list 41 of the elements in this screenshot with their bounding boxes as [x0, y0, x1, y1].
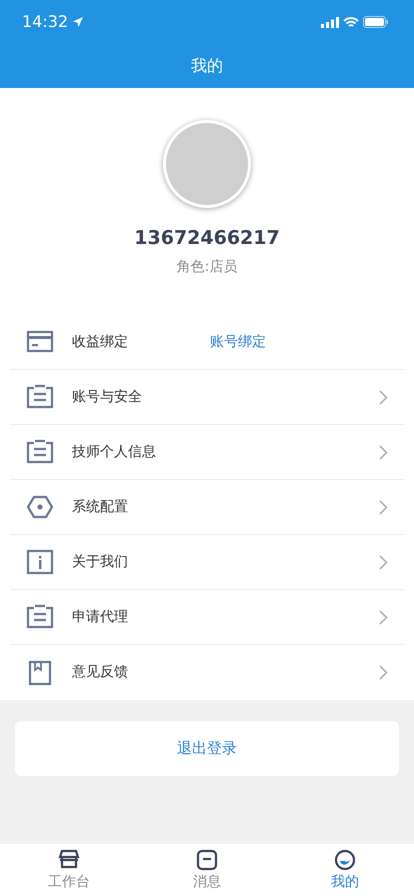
menu-label: 账号与安全: [72, 388, 142, 406]
tab-item[interactable]: 我的: [305, 848, 385, 892]
menu-item[interactable]: 收益绑定 账号绑定: [10, 315, 404, 370]
clipboard-icon: [26, 603, 54, 631]
wifi-icon: [343, 16, 359, 28]
menu-item[interactable]: 账号与安全: [10, 370, 404, 425]
clipboard-icon: [26, 438, 54, 466]
chevron-right-icon: [379, 500, 388, 514]
menu-item[interactable]: 关于我们: [10, 535, 404, 590]
chevron-right-icon: [379, 610, 388, 624]
tab-item[interactable]: 工作台: [29, 848, 109, 892]
menu-item[interactable]: 技师个人信息: [10, 425, 404, 480]
role-label: 角色:店员: [176, 258, 238, 276]
menu-label: 技师个人信息: [72, 442, 156, 462]
message-icon: [195, 848, 219, 872]
chevron-right-icon: [379, 665, 388, 680]
profile-icon: [333, 848, 357, 872]
page-title: 我的: [191, 55, 223, 77]
menu-label: 系统配置: [72, 498, 128, 516]
chevron-right-icon: [379, 554, 388, 570]
logout-button[interactable]: 退出登录: [15, 721, 399, 776]
menu-label: 关于我们: [72, 552, 128, 572]
location-icon: [72, 16, 84, 28]
chevron-right-icon: [379, 390, 388, 404]
signal-icon: [321, 16, 339, 28]
menu-item[interactable]: 申请代理: [10, 590, 404, 645]
menu-item[interactable]: 系统配置: [10, 480, 404, 535]
chevron-right-icon: [379, 444, 388, 460]
menu-label: 收益绑定: [72, 332, 128, 352]
menu-label: 意见反馈: [72, 663, 128, 682]
menu-label: 申请代理: [72, 608, 128, 626]
tab-item[interactable]: 消息: [167, 848, 247, 892]
info-icon: [26, 548, 54, 576]
phone-number: 13672466217: [134, 226, 280, 251]
battery-icon: [363, 16, 388, 28]
clipboard-icon: [26, 383, 54, 411]
hexagon-icon: [26, 493, 54, 521]
bind-account-link[interactable]: 账号绑定: [210, 332, 266, 352]
status-time: 14:32: [22, 11, 68, 33]
menu-item[interactable]: 意见反馈: [10, 645, 404, 700]
bookmark-icon: [26, 658, 54, 686]
